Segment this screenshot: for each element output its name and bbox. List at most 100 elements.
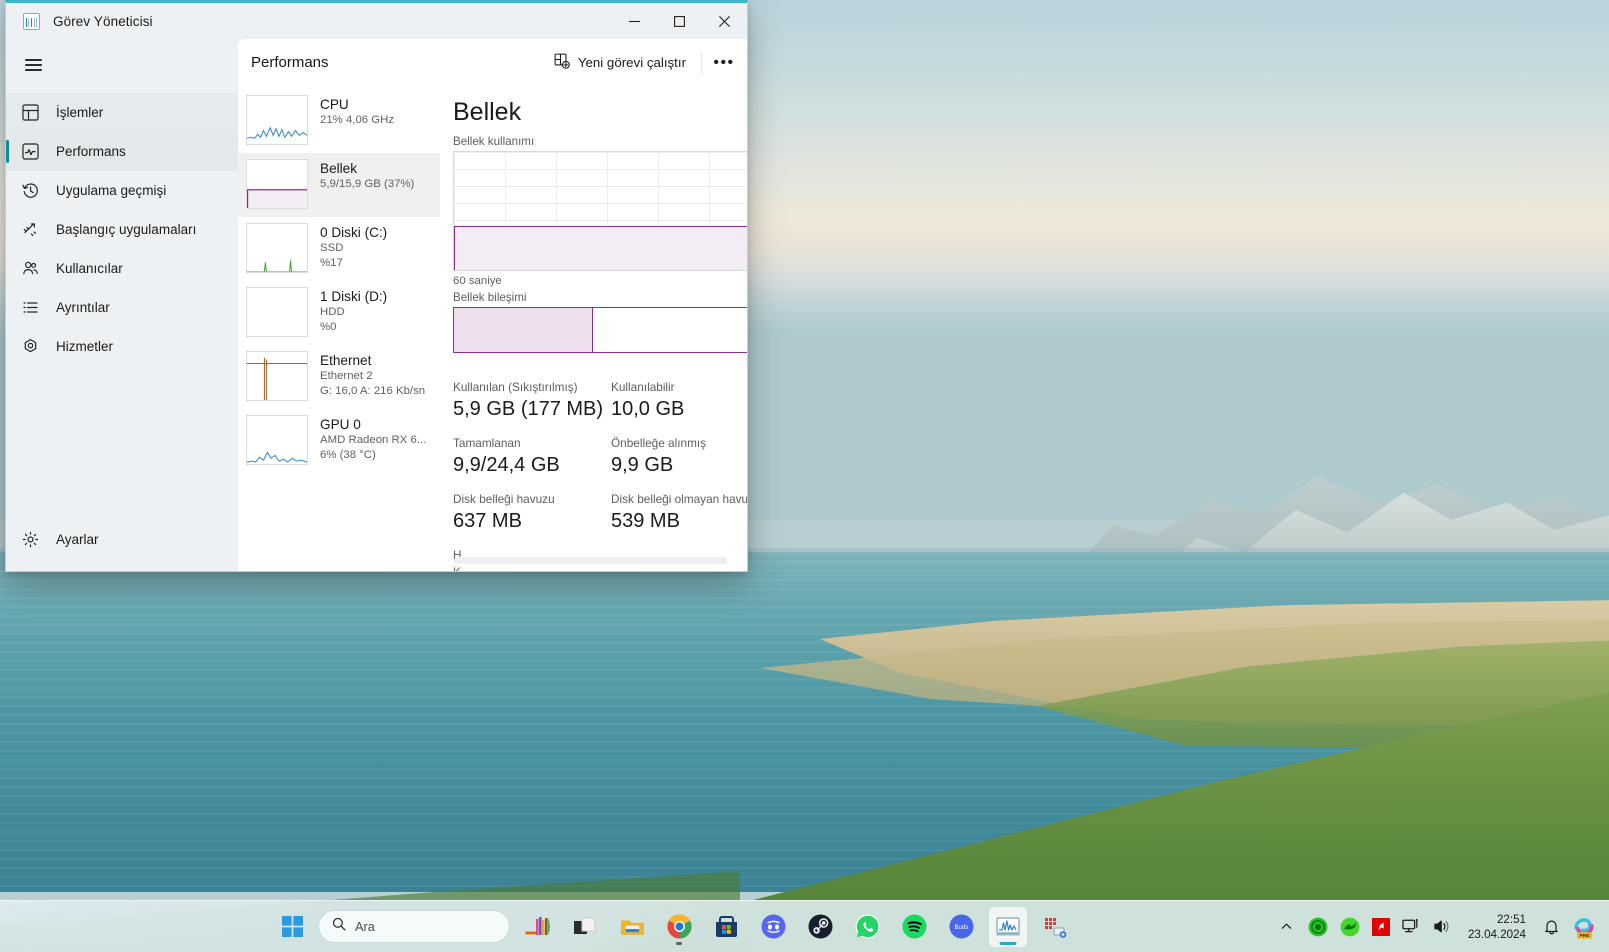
file-explorer-dark-icon[interactable] xyxy=(566,907,604,947)
sidebar-item-label: Performans xyxy=(56,144,126,159)
performance-main: CPU 21% 4,06 GHz Bellek 5,9/15,9 GB (37%… xyxy=(238,86,747,571)
resource-item-disk1[interactable]: 1 Diski (D:) HDD %0 xyxy=(238,281,440,345)
bell-icon[interactable] xyxy=(1537,908,1565,946)
copilot-icon[interactable]: PRE xyxy=(1567,908,1601,946)
svg-text:Buds: Buds xyxy=(954,924,968,931)
buds-icon[interactable]: Buds xyxy=(942,907,980,947)
resource-text: CPU 21% 4,06 GHz xyxy=(320,95,394,128)
stats-column-middle: Kullanılabilir 10,0 GB Önbelleğe alınmış… xyxy=(611,379,747,547)
adobe-icon[interactable] xyxy=(1367,908,1395,946)
horizontal-scrollbar[interactable] xyxy=(454,557,727,564)
command-bar: Performans Yeni görevi çalıştır ••• xyxy=(238,39,747,86)
search-placeholder: Ara xyxy=(355,919,375,934)
resource-text: 1 Diski (D:) HDD %0 xyxy=(320,287,387,334)
stat-label: Önbelleğe alınmış xyxy=(611,436,707,450)
resource-line3: %17 xyxy=(320,256,343,269)
stat-value: 637 MB xyxy=(453,510,522,532)
chart-area-fill xyxy=(454,226,747,270)
resource-item-cpu[interactable]: CPU 21% 4,06 GHz xyxy=(238,89,440,153)
resource-item-memory[interactable]: Bellek 5,9/15,9 GB (37%) xyxy=(238,153,440,217)
resource-text: GPU 0 AMD Radeon RX 6... 6% (38 °C) xyxy=(320,415,426,462)
hamburger-icon[interactable] xyxy=(10,45,56,85)
whatsapp-icon[interactable] xyxy=(848,907,886,947)
google-chrome-icon[interactable] xyxy=(660,907,698,947)
sidebar-item-services[interactable]: Hizmetler xyxy=(6,327,238,366)
razer-cortex-icon[interactable] xyxy=(1303,908,1333,946)
stat-value: 9,9/24,4 GB xyxy=(453,454,560,476)
volume-icon[interactable] xyxy=(1428,908,1457,946)
task-manager-icon xyxy=(23,12,40,30)
maximize-button[interactable] xyxy=(657,3,702,39)
services-icon xyxy=(20,337,40,357)
svg-text:PRE: PRE xyxy=(1580,933,1591,939)
sidebar-item-details[interactable]: Ayrıntılar xyxy=(6,288,238,327)
resource-line3: 6% (38 °C) xyxy=(320,448,376,461)
stat-value: 539 MB xyxy=(611,510,680,532)
resource-line2: AMD Radeon RX 6... xyxy=(320,434,427,446)
sidebar-item-processes[interactable]: İşlemler xyxy=(6,93,238,132)
sidebar-item-startup-apps[interactable]: Başlangıç uygulamaları xyxy=(6,210,238,249)
sidebar-item-app-history[interactable]: Uygulama geçmişi xyxy=(6,171,238,210)
clock-date: 23.04.2024 xyxy=(1467,927,1526,941)
resource-line3: %0 xyxy=(320,320,337,333)
file-explorer-icon[interactable] xyxy=(613,907,651,947)
resource-name: 1 Diski (D:) xyxy=(320,289,388,304)
cpu-sparkline xyxy=(246,95,308,145)
search-input[interactable]: Ara xyxy=(318,910,510,943)
window-titlebar[interactable]: Görev Yöneticisi xyxy=(6,3,747,39)
stat-in-use: Kullanılan (Sıkıştırılmış) 5,9 GB (177 M… xyxy=(453,379,611,423)
resource-text: 0 Diski (C:) SSD %17 xyxy=(320,223,387,270)
resource-name: 0 Diski (C:) xyxy=(320,225,388,240)
resource-item-ethernet[interactable]: Ethernet Ethernet 2 G: 16,0 A: 216 Kb/sn xyxy=(238,345,440,409)
memory-heading: Bellek xyxy=(453,98,522,126)
resource-line2: 21% 4,06 GHz xyxy=(320,114,395,126)
stat-label: Kullanılan (Sıkıştırılmış) xyxy=(453,380,578,394)
minimize-button[interactable] xyxy=(612,3,657,39)
memory-usage-caption: Bellek kullanımı xyxy=(453,135,535,148)
stat-paged-pool: Disk belleği havuzu 637 MB xyxy=(453,491,611,535)
microsoft-store-icon[interactable] xyxy=(707,907,745,947)
resource-list: CPU 21% 4,06 GHz Bellek 5,9/15,9 GB (37%… xyxy=(238,86,440,571)
task-manager-icon[interactable] xyxy=(989,906,1027,947)
network-icon[interactable] xyxy=(1397,908,1426,946)
resource-item-disk0[interactable]: 0 Diski (C:) SSD %17 xyxy=(238,217,440,281)
more-options-button[interactable]: ••• xyxy=(707,47,741,79)
resource-item-gpu0[interactable]: GPU 0 AMD Radeon RX 6... 6% (38 °C) xyxy=(238,409,440,473)
resource-name: Ethernet xyxy=(320,353,372,368)
razer-synapse-icon[interactable] xyxy=(1335,908,1365,946)
resource-text: Bellek 5,9/15,9 GB (37%) xyxy=(320,159,414,192)
discord-icon[interactable] xyxy=(754,907,792,947)
widgets-books-icon[interactable] xyxy=(519,907,557,947)
stat-cached: Önbelleğe alınmış 9,9 GB xyxy=(611,435,747,479)
run-new-task-button[interactable]: Yeni görevi çalıştır xyxy=(544,47,696,79)
stat-non-paged-pool: Disk belleği olmayan havuz 539 MB xyxy=(611,491,747,535)
stat-value: 10,0 GB xyxy=(611,398,685,420)
steam-icon[interactable] xyxy=(801,907,839,947)
resource-line2: HDD xyxy=(320,306,345,318)
memory-sparkline xyxy=(246,159,308,209)
sidebar-item-label: Hizmetler xyxy=(56,339,114,354)
windows-start-icon[interactable] xyxy=(275,910,309,944)
stats-column-left: Kullanılan (Sıkıştırılmış) 5,9 GB (177 M… xyxy=(453,379,611,547)
clipped-label-2: K xyxy=(453,564,477,571)
window-controls xyxy=(612,3,747,39)
resource-name: GPU 0 xyxy=(320,417,361,432)
unknown-red-app-icon[interactable] xyxy=(1036,907,1074,947)
sidebar-item-users[interactable]: Kullanıcılar xyxy=(6,249,238,288)
window-body: İşlemler Performans Uygulama geçmişi Baş… xyxy=(6,39,747,571)
chevron-up-icon[interactable] xyxy=(1273,908,1301,946)
window-title: Görev Yöneticisi xyxy=(53,13,153,29)
resource-name: CPU xyxy=(320,97,349,112)
spotify-icon[interactable] xyxy=(895,907,933,947)
ethernet-sparkline xyxy=(246,351,308,401)
close-button[interactable] xyxy=(702,3,747,39)
command-separator xyxy=(701,51,702,74)
clock[interactable]: 22:51 23.04.2024 xyxy=(1459,908,1535,946)
processes-icon xyxy=(20,103,40,123)
sidebar-item-performance[interactable]: Performans xyxy=(6,132,238,171)
system-tray: 22:51 23.04.2024 PRE xyxy=(1273,908,1601,946)
stat-label: Tamamlanan xyxy=(453,436,521,450)
content-card: Performans Yeni görevi çalıştır ••• CPU … xyxy=(238,39,747,571)
sidebar-item-settings[interactable]: Ayarlar xyxy=(6,520,238,559)
memory-composition-bar[interactable] xyxy=(453,307,747,353)
